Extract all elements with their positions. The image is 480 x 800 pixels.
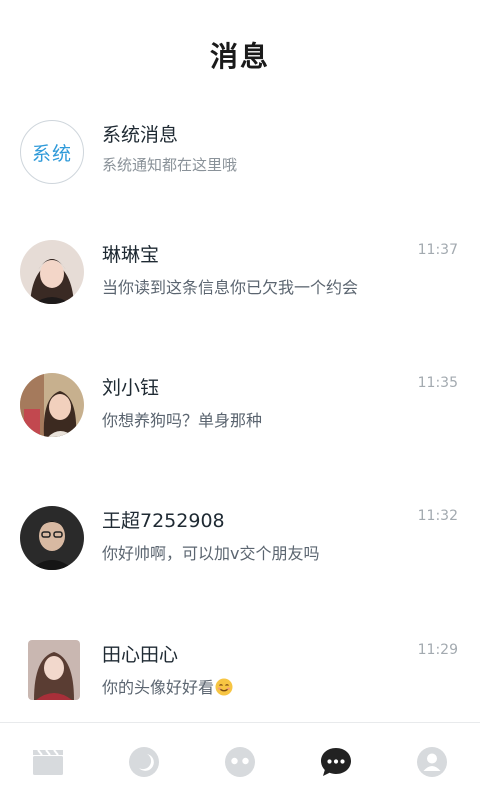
avatar[interactable] — [20, 373, 84, 437]
conversation-preview: 你想养狗吗？单身那种 — [102, 411, 263, 430]
tab-messages[interactable] — [306, 732, 366, 792]
conversation-time: 11:37 — [417, 242, 458, 258]
moon-icon — [129, 746, 159, 777]
tab-moments[interactable] — [114, 732, 174, 792]
messages-screen: 消息 系统 系统消息 系统通知都在这里哦 琳琳宝 当你读到这条信息你已欠我一个约… — [0, 0, 480, 800]
person-icon — [417, 746, 447, 777]
avatar-photo — [20, 240, 84, 304]
avatar-photo — [28, 640, 80, 700]
avatar-photo — [20, 373, 84, 437]
conversation-name: 琳琳宝 — [102, 244, 160, 266]
smiling-face-icon — [215, 678, 233, 696]
conversation-row[interactable]: 刘小钰 你想养狗吗？单身那种 11:35 — [0, 363, 480, 453]
conversation-name: 王超7252908 — [102, 510, 225, 532]
conversation-preview: 你好帅啊，可以加v交个朋友吗 — [102, 544, 320, 563]
tab-bar — [0, 722, 480, 800]
chat-bubble-icon — [321, 747, 351, 776]
tab-profile[interactable] — [402, 732, 462, 792]
system-avatar: 系统 — [20, 120, 84, 184]
conversation-preview: 你的头像好好看 — [102, 674, 233, 698]
system-avatar-label: 系统 — [31, 142, 72, 165]
conversation-row[interactable]: 王超7252908 你好帅啊，可以加v交个朋友吗 11:32 — [0, 496, 480, 586]
avatar[interactable] — [20, 240, 84, 304]
avatar-photo — [20, 506, 84, 570]
avatar[interactable] — [20, 506, 84, 570]
tab-match[interactable] — [210, 732, 270, 792]
conversation-time: 11:29 — [417, 642, 458, 658]
conversation-preview: 当你读到这条信息你已欠我一个约会 — [102, 278, 359, 297]
conversation-row[interactable]: 田心田心 你的头像好好看 11:29 — [0, 630, 480, 720]
conversation-name: 系统消息 — [102, 124, 179, 146]
conversation-row[interactable]: 琳琳宝 当你读到这条信息你已欠我一个约会 11:37 — [0, 230, 480, 320]
conversation-name: 刘小钰 — [102, 377, 160, 399]
tab-video[interactable] — [18, 732, 78, 792]
avatar[interactable] — [28, 640, 80, 700]
system-message-row[interactable]: 系统 系统消息 系统通知都在这里哦 — [0, 110, 480, 200]
conversation-name: 田心田心 — [102, 644, 179, 666]
preview-text: 你的头像好好看 — [102, 678, 215, 697]
conversation-time: 11:32 — [417, 508, 458, 524]
face-icon — [225, 746, 255, 777]
page-title: 消息 — [209, 40, 270, 73]
conversation-time: 11:35 — [417, 375, 458, 391]
header: 消息 — [0, 0, 480, 110]
conversation-preview: 系统通知都在这里哦 — [102, 156, 238, 174]
video-clapper-icon — [33, 748, 63, 775]
